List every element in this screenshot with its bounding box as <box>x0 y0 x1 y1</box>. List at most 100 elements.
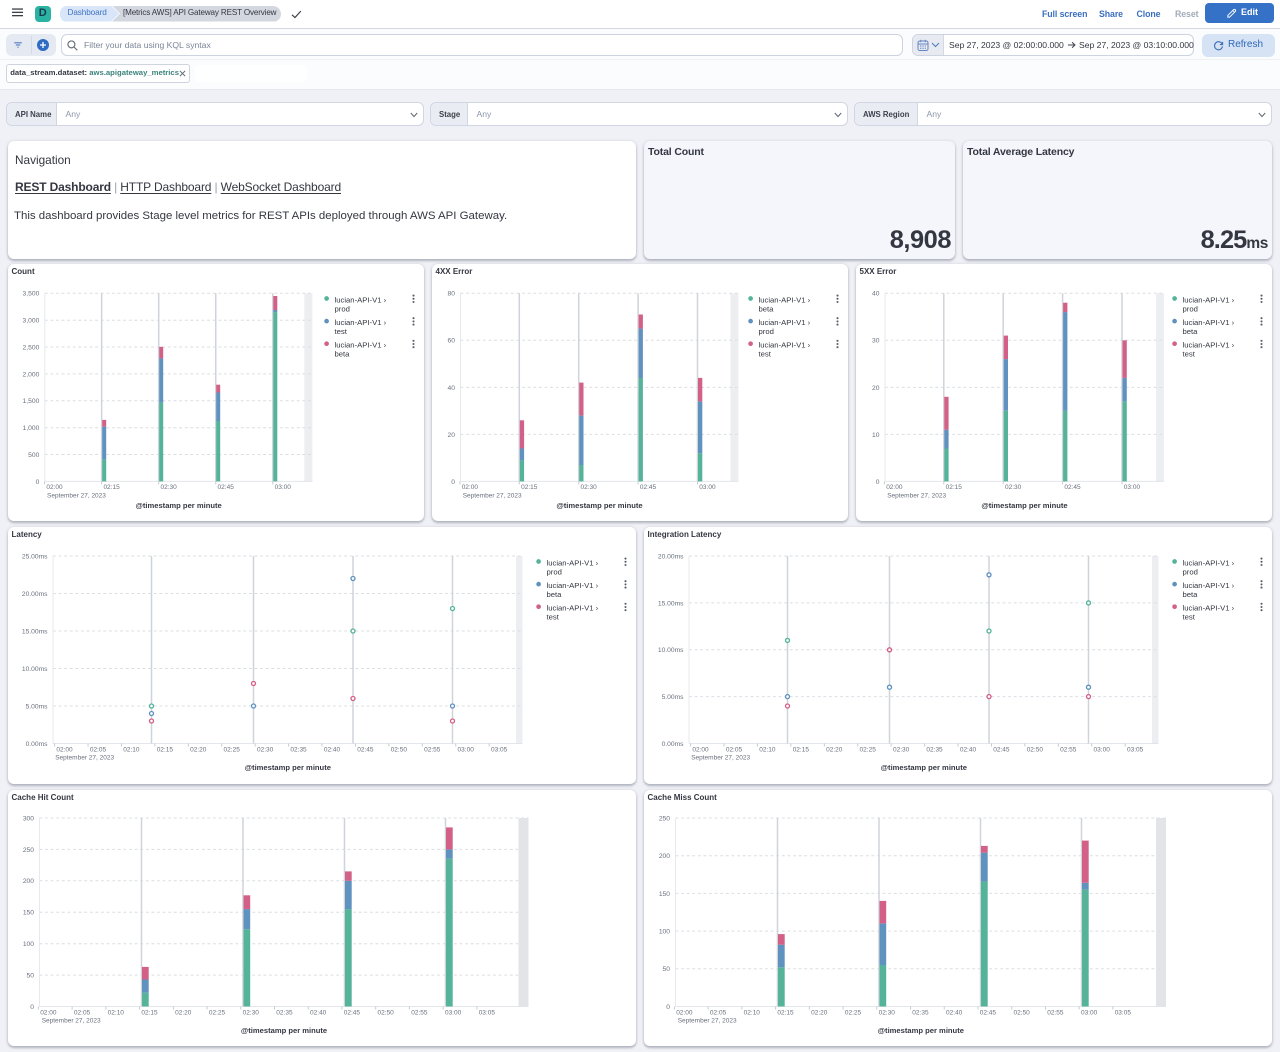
svg-text:prod: prod <box>759 327 774 336</box>
svg-text:02:35: 02:35 <box>290 746 307 753</box>
svg-text:lucian-API-V1 ›: lucian-API-V1 › <box>1183 604 1235 613</box>
svg-text:02:45: 02:45 <box>218 484 235 491</box>
svg-text:0: 0 <box>30 1004 34 1011</box>
svg-text:Latency: Latency <box>12 530 43 539</box>
svg-text:150: 150 <box>659 891 670 898</box>
svg-text:02:10: 02:10 <box>123 746 140 753</box>
svg-text:5.00ms: 5.00ms <box>26 703 49 710</box>
svg-text:2,000: 2,000 <box>23 371 40 378</box>
svg-text:02:40: 02:40 <box>946 1009 963 1016</box>
svg-text:beta: beta <box>759 304 775 313</box>
svg-text:1,500: 1,500 <box>23 398 40 405</box>
svg-text:September 27, 2023: September 27, 2023 <box>463 492 522 499</box>
svg-text:02:30: 02:30 <box>879 1009 896 1016</box>
svg-text:02:50: 02:50 <box>1014 1009 1031 1016</box>
svg-text:02:25: 02:25 <box>845 1009 862 1016</box>
svg-text:test: test <box>1183 613 1196 622</box>
svg-text:20.00ms: 20.00ms <box>658 553 684 560</box>
svg-text:02:05: 02:05 <box>74 1009 91 1016</box>
svg-text:02:00: 02:00 <box>462 484 479 491</box>
svg-text:prod: prod <box>547 567 562 576</box>
svg-text:02:00: 02:00 <box>676 1009 693 1016</box>
svg-text:September 27, 2023: September 27, 2023 <box>55 755 114 762</box>
svg-text:03:05: 03:05 <box>491 746 508 753</box>
svg-text:lucian-API-V1 ›: lucian-API-V1 › <box>759 341 811 350</box>
svg-text:lucian-API-V1 ›: lucian-API-V1 › <box>335 296 387 305</box>
svg-text:5.00ms: 5.00ms <box>662 694 685 701</box>
svg-text:03:00: 03:00 <box>275 484 292 491</box>
svg-text:02:15: 02:15 <box>521 484 538 491</box>
svg-text:test: test <box>335 327 348 336</box>
svg-text:02:10: 02:10 <box>108 1009 125 1016</box>
svg-text:02:35: 02:35 <box>276 1009 293 1016</box>
svg-text:prod: prod <box>1183 304 1198 313</box>
svg-text:100: 100 <box>23 941 34 948</box>
svg-text:0.00ms: 0.00ms <box>662 741 685 748</box>
svg-text:02:15: 02:15 <box>141 1009 158 1016</box>
svg-text:02:15: 02:15 <box>157 746 174 753</box>
svg-text:beta: beta <box>547 590 563 599</box>
svg-text:02:20: 02:20 <box>175 1009 192 1016</box>
svg-text:40: 40 <box>872 291 880 298</box>
svg-text:lucian-API-V1 ›: lucian-API-V1 › <box>1183 296 1235 305</box>
svg-text:02:15: 02:15 <box>793 746 810 753</box>
svg-text:25.00ms: 25.00ms <box>22 553 48 560</box>
svg-text:1,000: 1,000 <box>23 425 40 432</box>
svg-text:03:00: 03:00 <box>445 1009 462 1016</box>
svg-text:20.00ms: 20.00ms <box>22 591 48 598</box>
svg-text:beta: beta <box>335 350 351 359</box>
svg-text:September 27, 2023: September 27, 2023 <box>42 1018 101 1025</box>
svg-text:02:15: 02:15 <box>777 1009 794 1016</box>
svg-text:lucian-API-V1 ›: lucian-API-V1 › <box>335 341 387 350</box>
svg-text:250: 250 <box>659 815 670 822</box>
svg-text:02:40: 02:40 <box>324 746 341 753</box>
svg-text:@timestamp per minute: @timestamp per minute <box>135 501 221 510</box>
svg-text:100: 100 <box>659 929 670 936</box>
svg-text:15.00ms: 15.00ms <box>22 628 48 635</box>
svg-text:beta: beta <box>1183 327 1199 336</box>
svg-text:300: 300 <box>23 815 34 822</box>
svg-text:02:15: 02:15 <box>103 484 120 491</box>
svg-text:September 27, 2023: September 27, 2023 <box>887 492 946 499</box>
svg-text:@timestamp per minute: @timestamp per minute <box>981 501 1067 510</box>
svg-text:lucian-API-V1 ›: lucian-API-V1 › <box>547 581 599 590</box>
svg-text:02:25: 02:25 <box>860 746 877 753</box>
svg-text:02:00: 02:00 <box>692 746 709 753</box>
svg-text:02:15: 02:15 <box>946 484 963 491</box>
svg-text:0.00ms: 0.00ms <box>26 741 49 748</box>
svg-text:03:05: 03:05 <box>479 1009 496 1016</box>
svg-text:lucian-API-V1 ›: lucian-API-V1 › <box>759 296 811 305</box>
svg-text:@timestamp per minute: @timestamp per minute <box>556 501 642 510</box>
svg-text:02:45: 02:45 <box>344 1009 361 1016</box>
svg-text:40: 40 <box>448 385 456 392</box>
svg-text:lucian-API-V1 ›: lucian-API-V1 › <box>547 604 599 613</box>
svg-text:lucian-API-V1 ›: lucian-API-V1 › <box>547 559 599 568</box>
svg-text:02:55: 02:55 <box>424 746 441 753</box>
svg-text:02:45: 02:45 <box>357 746 374 753</box>
svg-text:prod: prod <box>1183 567 1198 576</box>
svg-text:30: 30 <box>872 338 880 345</box>
svg-text:@timestamp per minute: @timestamp per minute <box>878 1026 964 1035</box>
svg-text:60: 60 <box>448 338 456 345</box>
svg-text:20: 20 <box>448 432 456 439</box>
svg-text:03:00: 03:00 <box>1094 746 1111 753</box>
svg-text:lucian-API-V1 ›: lucian-API-V1 › <box>1183 559 1235 568</box>
svg-text:10.00ms: 10.00ms <box>658 647 684 654</box>
svg-text:3,000: 3,000 <box>23 318 40 325</box>
svg-text:Integration Latency: Integration Latency <box>648 530 722 539</box>
svg-text:lucian-API-V1 ›: lucian-API-V1 › <box>759 318 811 327</box>
svg-text:02:30: 02:30 <box>1005 484 1022 491</box>
svg-text:0: 0 <box>451 479 455 486</box>
svg-text:Count: Count <box>12 267 35 276</box>
svg-text:5XX Error: 5XX Error <box>860 267 897 276</box>
svg-text:3,500: 3,500 <box>23 291 40 298</box>
svg-text:02:05: 02:05 <box>710 1009 727 1016</box>
svg-text:02:30: 02:30 <box>581 484 598 491</box>
svg-text:02:00: 02:00 <box>886 484 903 491</box>
svg-text:02:30: 02:30 <box>243 1009 260 1016</box>
svg-text:03:00: 03:00 <box>1124 484 1141 491</box>
svg-text:02:50: 02:50 <box>1027 746 1044 753</box>
svg-text:02:25: 02:25 <box>224 746 241 753</box>
svg-text:02:50: 02:50 <box>391 746 408 753</box>
svg-text:beta: beta <box>1183 590 1199 599</box>
